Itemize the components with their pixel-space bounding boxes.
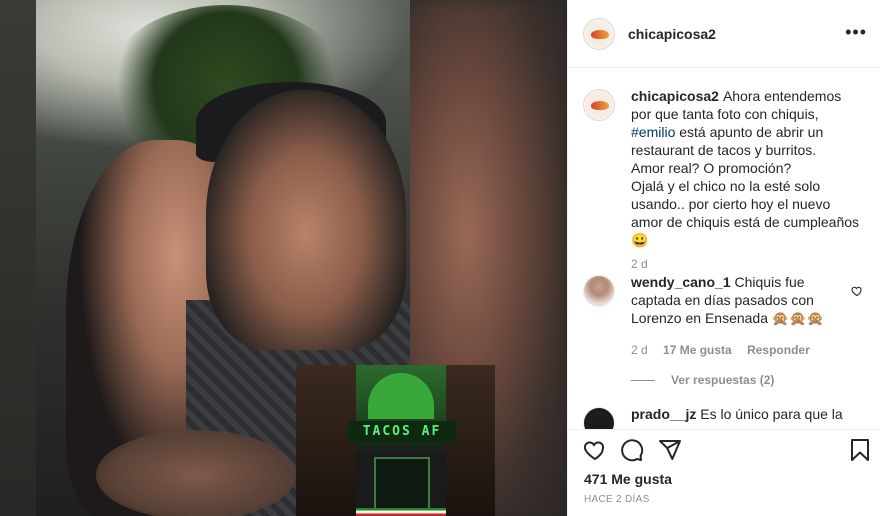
- comment-username[interactable]: prado__jz: [631, 406, 696, 422]
- inset-sign: TACOS AF: [348, 421, 456, 443]
- comment-body: wendy_cano_1 Chiquis fue captada en días…: [631, 273, 841, 327]
- photo-arm: [96, 430, 296, 516]
- share-icon[interactable]: [658, 438, 682, 462]
- comment-body: prado__jz Es lo único para que la: [631, 405, 843, 423]
- view-replies-label: Ver respuestas (2): [671, 373, 775, 387]
- caption-text-3: Amor real? O promoción?: [631, 160, 792, 176]
- author-avatar[interactable]: [583, 18, 615, 50]
- caption-time: 2 d: [631, 257, 648, 271]
- comment-avatar[interactable]: [583, 275, 615, 307]
- post-actions: 471 Me gusta HACE 2 DÍAS: [568, 429, 880, 516]
- author-username[interactable]: chicapicosa2: [628, 26, 716, 42]
- inset-side-left: [296, 365, 356, 516]
- comment-text: Es lo único para que la: [700, 406, 843, 422]
- post-date[interactable]: HACE 2 DÍAS: [584, 494, 650, 505]
- comment-likes[interactable]: 17 Me gusta: [663, 343, 732, 357]
- caption-username[interactable]: chicapicosa2: [631, 88, 719, 104]
- comment-icon[interactable]: [620, 438, 644, 462]
- photo-man: [206, 90, 406, 350]
- more-options-icon[interactable]: •••: [845, 22, 867, 43]
- post-header: chicapicosa2 •••: [568, 0, 880, 68]
- post-side-panel: chicapicosa2 ••• chicapicosa2 Ahora enten…: [567, 0, 880, 516]
- view-replies-button[interactable]: Ver respuestas (2): [631, 373, 774, 387]
- comment-like-heart-icon[interactable]: [851, 285, 863, 297]
- comment-avatar[interactable]: [583, 407, 615, 429]
- heart-icon[interactable]: [583, 438, 607, 462]
- comment-reply-button[interactable]: Responder: [747, 343, 810, 357]
- replies-dash: [631, 380, 655, 382]
- like-count[interactable]: 471 Me gusta: [584, 471, 672, 487]
- post-media[interactable]: TACOS AF: [0, 0, 567, 516]
- caption-hashtag[interactable]: #emilio: [631, 124, 675, 140]
- comments-list[interactable]: chicapicosa2 Ahora entendemos por que tan…: [568, 69, 880, 429]
- inset-photo-taqueria: TACOS AF: [296, 365, 495, 516]
- comment-username[interactable]: wendy_cano_1: [631, 274, 731, 290]
- caption-text-4: Ojalá y el chico no la esté solo usando.…: [631, 178, 860, 248]
- caption-avatar[interactable]: [583, 89, 615, 121]
- bookmark-icon[interactable]: [848, 438, 872, 462]
- inset-flag-stripe: [356, 508, 446, 516]
- caption-body: chicapicosa2 Ahora entendemos por que tan…: [631, 87, 863, 249]
- comment-time: 2 d: [631, 343, 648, 357]
- media-blur-left: [0, 0, 36, 516]
- comment-meta: 2 d 17 Me gusta Responder: [631, 343, 822, 357]
